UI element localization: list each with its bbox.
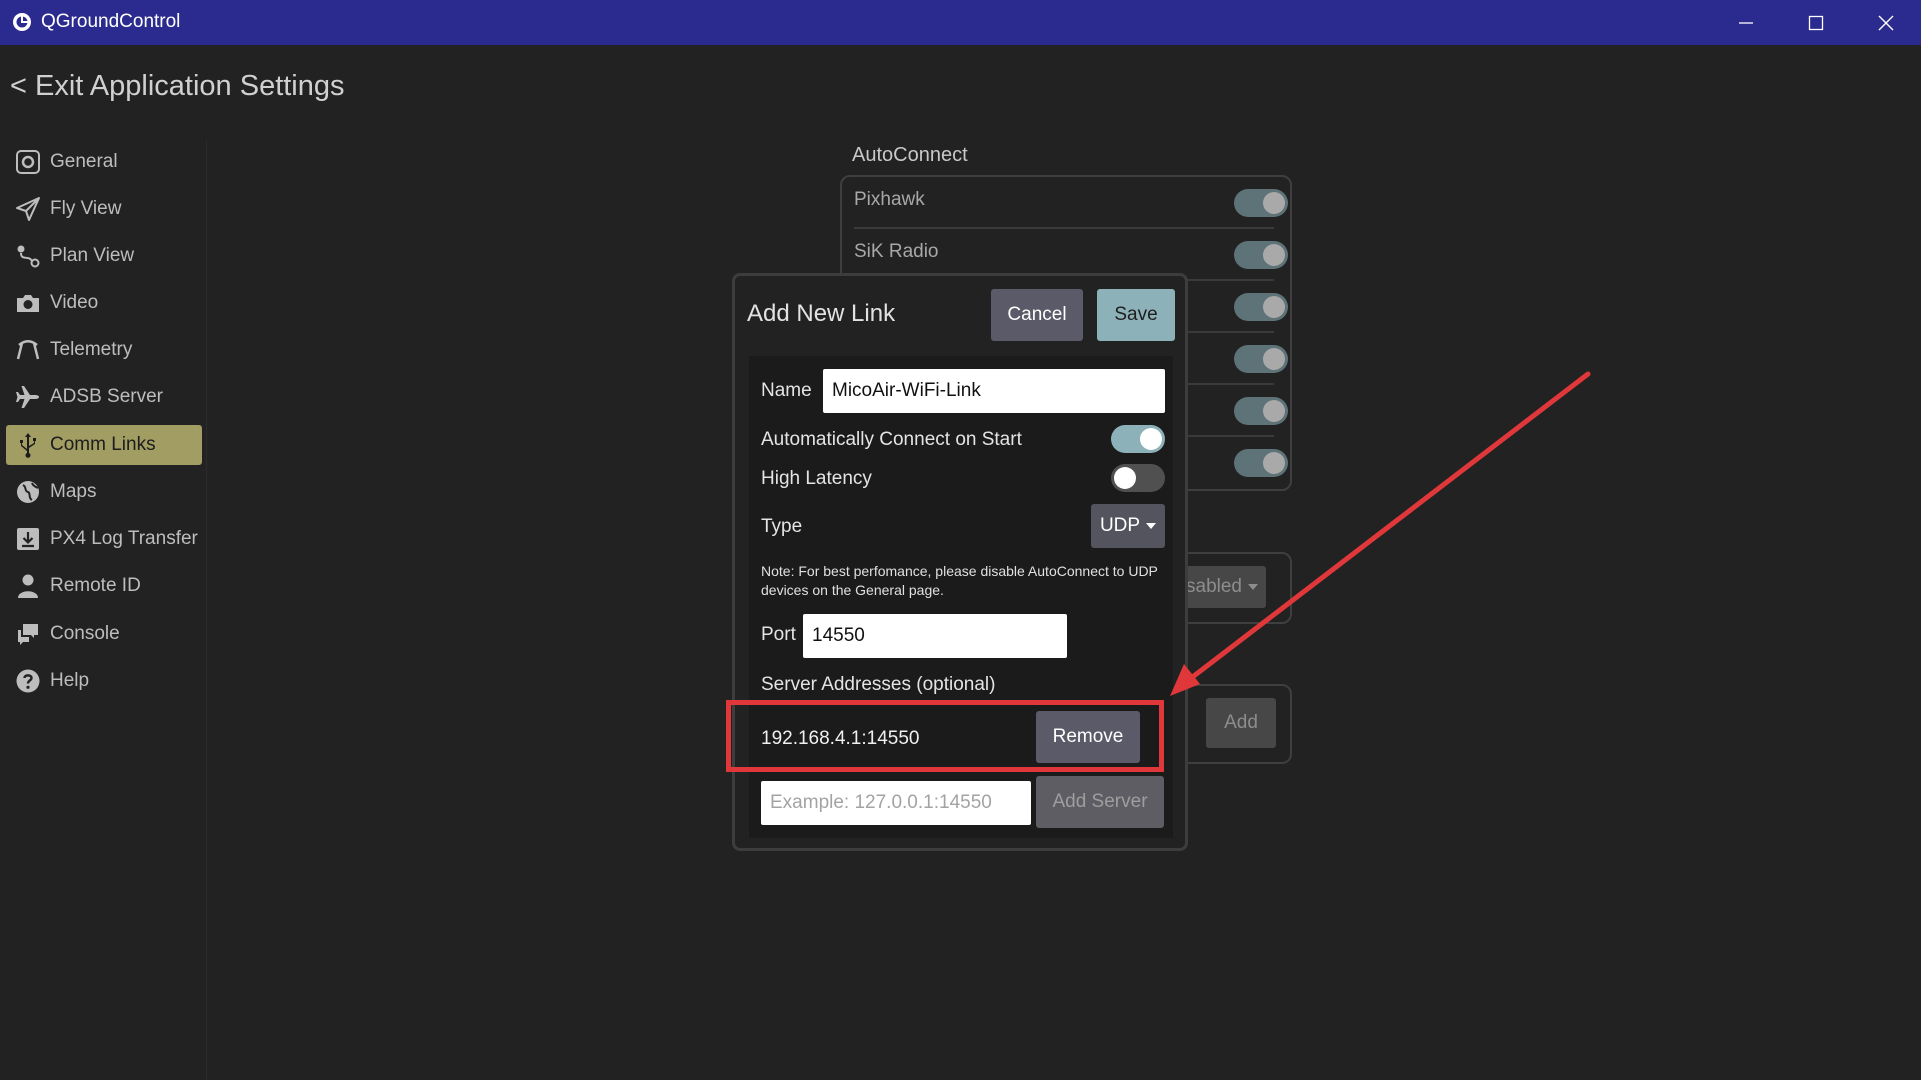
chevron-down-icon <box>1146 523 1157 529</box>
type-dropdown-value: UDP <box>1099 515 1141 536</box>
background-dropdown-value: isabled <box>1181 576 1242 597</box>
maximize-button[interactable] <box>1781 0 1851 45</box>
title-bar: QGroundControl <box>0 0 1921 45</box>
sidebar-item-label: Plan View <box>50 245 135 266</box>
window-title: QGroundControl <box>41 11 181 32</box>
sidebar-item-comm-links[interactable]: Comm Links <box>6 425 202 465</box>
autoconnect-toggle[interactable] <box>1234 397 1288 425</box>
add-new-link-dialog: Add New Link Cancel Save Name Automatica… <box>732 273 1188 851</box>
qgroundcontrol-window: QGroundControl < Exit Application Settin… <box>0 0 1921 1080</box>
chevron-down-icon <box>1248 584 1258 590</box>
close-icon <box>1878 15 1894 30</box>
server-address-value: 192.168.4.1:14550 <box>761 728 920 749</box>
high-latency-label: High Latency <box>761 468 872 489</box>
autoconnect-sik-radio-toggle[interactable] <box>1234 241 1288 269</box>
sidebar-item-maps[interactable]: Maps <box>6 472 202 512</box>
sidebar-item-remote-id[interactable]: Remote ID <box>6 566 202 606</box>
globe-icon <box>14 478 42 506</box>
sidebar-item-label: Console <box>50 623 120 644</box>
autoconnect-pixhawk-toggle[interactable] <box>1234 189 1288 217</box>
paper-plane-icon <box>14 195 42 223</box>
remove-server-button[interactable]: Remove <box>1036 711 1140 763</box>
gear-icon <box>14 148 42 176</box>
autoconnect-section-title: AutoConnect <box>852 144 968 166</box>
sidebar-item-fly-view[interactable]: Fly View <box>6 189 202 229</box>
udp-note: Note: For best perfomance, please disabl… <box>761 563 1158 598</box>
airplane-icon <box>14 383 42 411</box>
name-input[interactable] <box>823 369 1165 413</box>
port-input[interactable] <box>803 614 1067 658</box>
port-label: Port <box>761 624 796 645</box>
chat-icon <box>14 620 42 648</box>
sidebar-item-general[interactable]: General <box>6 142 202 182</box>
sidebar-item-plan-view[interactable]: Plan View <box>6 236 202 276</box>
auto-connect-toggle[interactable] <box>1111 425 1165 453</box>
type-dropdown[interactable]: UDP <box>1091 504 1165 548</box>
sidebar-item-label: General <box>50 151 118 172</box>
autoconnect-toggle[interactable] <box>1234 449 1288 477</box>
autoconnect-toggle[interactable] <box>1234 293 1288 321</box>
sidebar-item-label: Comm Links <box>50 434 156 455</box>
dialog-body: Name Automatically Connect on Start High… <box>749 356 1173 838</box>
add-server-button[interactable]: Add Server <box>1036 776 1164 828</box>
exit-settings-button[interactable]: < Exit Application Settings <box>10 68 345 104</box>
person-icon <box>14 572 42 600</box>
sidebar-item-adsb-server[interactable]: ADSB Server <box>6 377 202 417</box>
server-address-row: 192.168.4.1:14550 Remove <box>749 706 1173 776</box>
close-button[interactable] <box>1851 0 1921 45</box>
server-addresses-label: Server Addresses (optional) <box>761 674 996 695</box>
settings-sidebar: General Fly View Plan View Video Telemet… <box>0 140 207 1080</box>
sidebar-item-label: ADSB Server <box>50 386 163 407</box>
autoconnect-row-pixhawk: Pixhawk <box>854 177 1288 229</box>
server-address-input[interactable] <box>761 781 1031 825</box>
sidebar-item-video[interactable]: Video <box>6 283 202 323</box>
telemetry-icon <box>14 336 42 364</box>
sidebar-item-label: PX4 Log Transfer <box>50 528 198 549</box>
name-label: Name <box>761 380 812 401</box>
help-icon <box>14 667 42 695</box>
qgc-logo-icon <box>13 13 31 31</box>
route-icon <box>14 242 42 270</box>
sidebar-item-help[interactable]: Help <box>6 661 202 701</box>
sidebar-item-label: Telemetry <box>50 339 133 360</box>
sidebar-item-telemetry[interactable]: Telemetry <box>6 330 202 370</box>
autoconnect-label: SiK Radio <box>854 241 939 262</box>
sidebar-item-label: Fly View <box>50 198 122 219</box>
minimize-icon <box>1739 21 1753 24</box>
high-latency-toggle[interactable] <box>1111 464 1165 492</box>
download-icon <box>14 525 42 553</box>
maximize-icon <box>1808 15 1824 30</box>
sidebar-item-label: Help <box>50 670 90 691</box>
camera-icon <box>14 289 42 317</box>
save-button[interactable]: Save <box>1097 289 1175 341</box>
sidebar-item-px4-log-transfer[interactable]: PX4 Log Transfer <box>6 519 202 559</box>
type-label: Type <box>761 516 803 537</box>
autoconnect-toggle[interactable] <box>1234 345 1288 373</box>
minimize-button[interactable] <box>1711 0 1781 45</box>
sidebar-item-label: Remote ID <box>50 575 141 596</box>
sidebar-item-console[interactable]: Console <box>6 614 202 654</box>
sidebar-item-label: Video <box>50 292 99 313</box>
dialog-title: Add New Link <box>747 300 896 327</box>
add-link-button[interactable]: Add <box>1206 698 1276 748</box>
auto-connect-label: Automatically Connect on Start <box>761 429 1022 450</box>
usb-icon <box>14 431 42 459</box>
cancel-button[interactable]: Cancel <box>991 289 1083 341</box>
sidebar-item-label: Maps <box>50 481 97 502</box>
autoconnect-label: Pixhawk <box>854 189 925 210</box>
background-dropdown[interactable]: isabled <box>1180 566 1266 608</box>
